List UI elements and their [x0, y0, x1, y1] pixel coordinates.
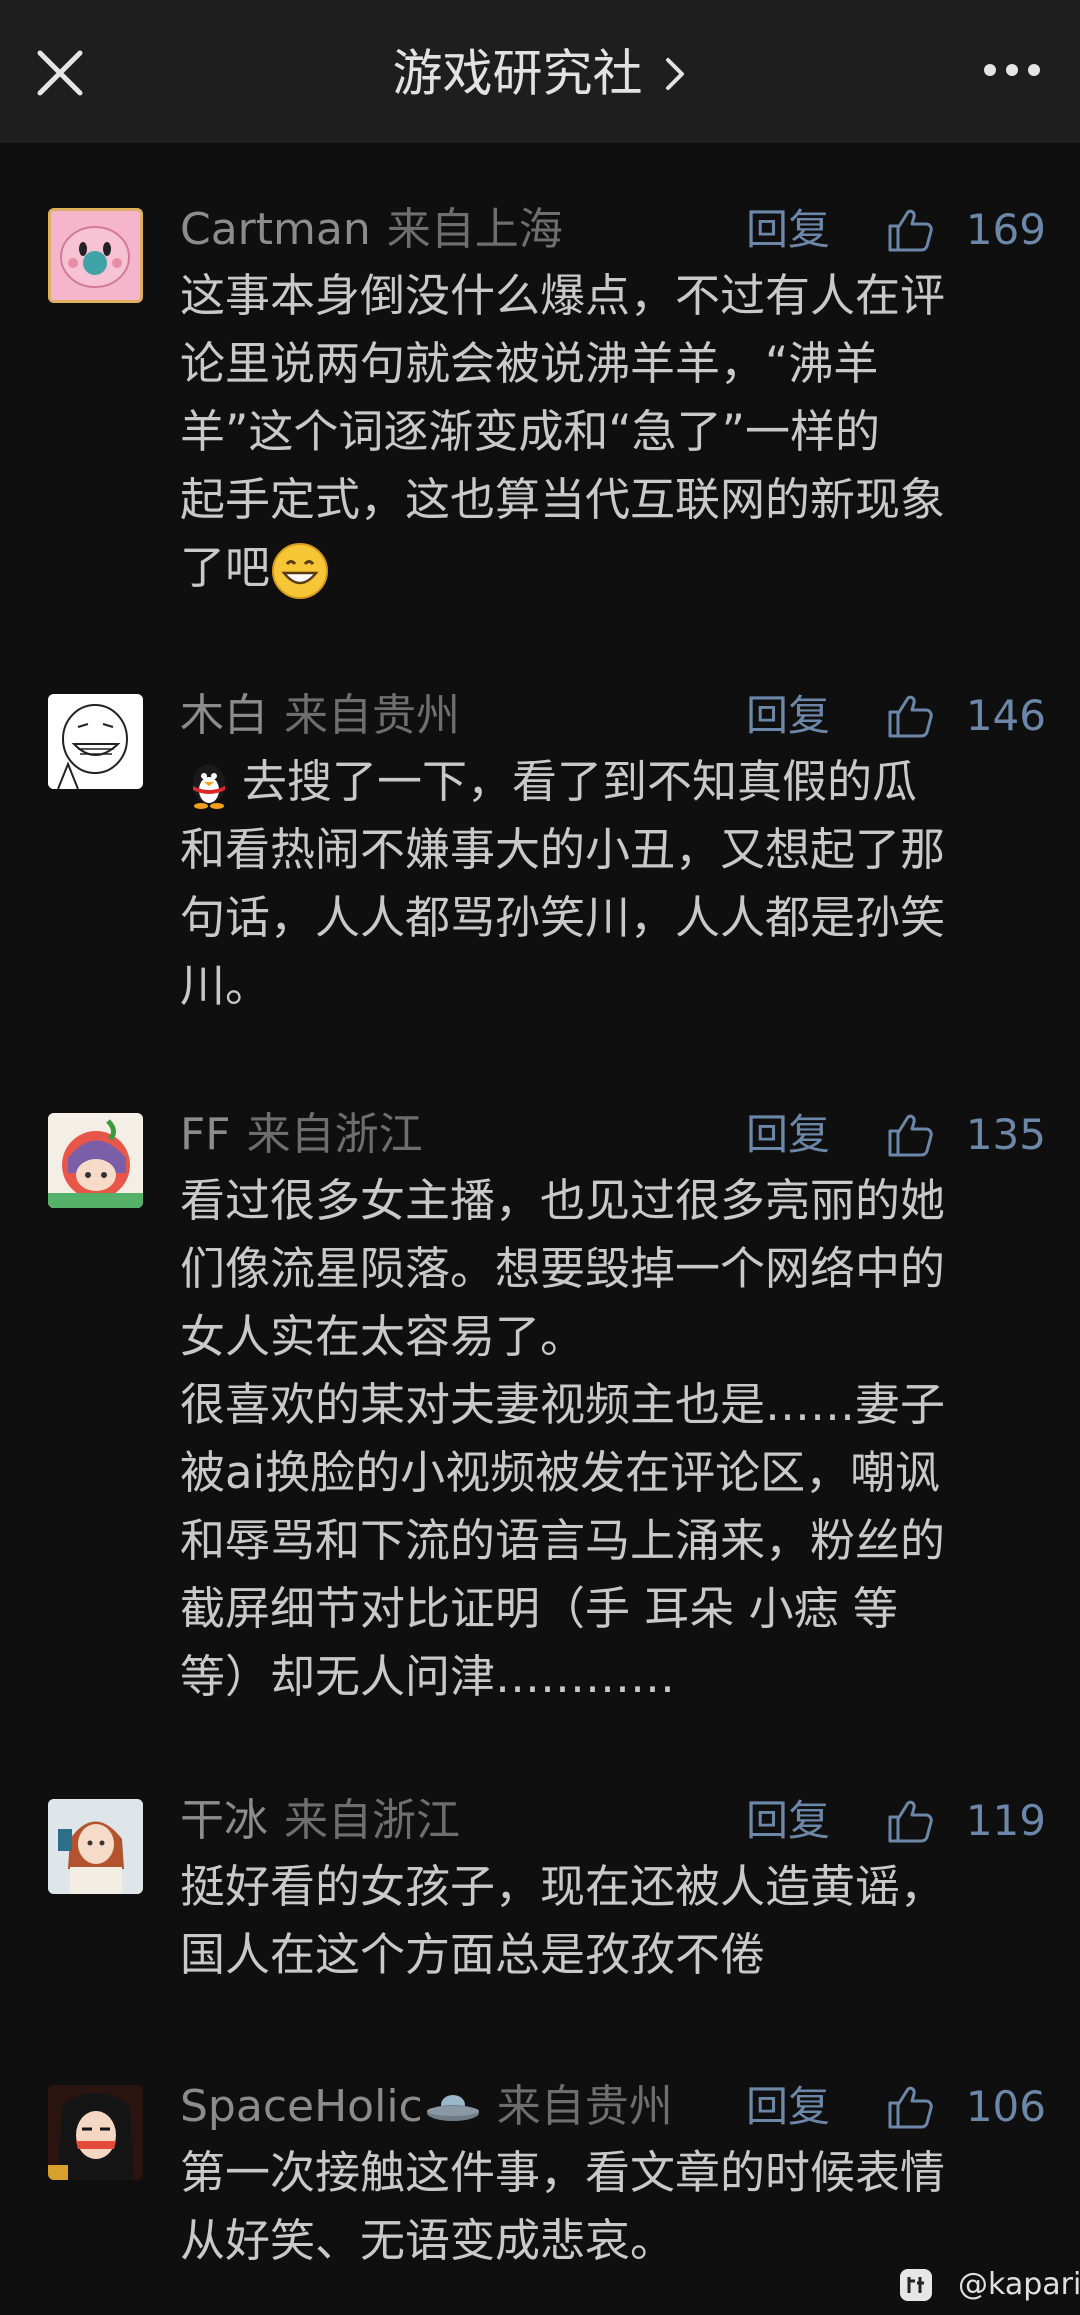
comment-meta: 木白 来自贵州 — [180, 686, 460, 746]
watermark-text: @kapari — [958, 2267, 1080, 2302]
comment-line: 国人在这个方面总是孜孜不倦 — [180, 1928, 766, 1981]
like-count: 135 — [965, 1110, 1046, 1159]
comment-line: 第一次接触这件事，看文章的时候表情 — [180, 2146, 946, 2199]
like-count: 146 — [965, 691, 1046, 740]
comment-line: 去搜了一下，看了到不知真假的瓜 — [180, 748, 1030, 816]
comment-line: 从好笑、无语变成悲哀。 — [180, 2214, 676, 2267]
username[interactable]: Cartman — [180, 204, 371, 255]
username[interactable]: 干冰 — [180, 1795, 268, 1846]
avatar[interactable] — [48, 1113, 143, 1208]
more-options-icon[interactable] — [982, 56, 1042, 84]
comment-line-text: 去搜了一下，看了到不知真假的瓜 — [242, 755, 918, 808]
like-button[interactable]: 146 — [886, 686, 1056, 746]
avatar-cartoon-image — [48, 2085, 143, 2180]
comment-line: 羊”这个词逐渐变成和“急了”一样的 — [180, 405, 880, 458]
like-button[interactable]: 169 — [886, 200, 1056, 260]
comment-line-last: 了吧 — [180, 534, 1030, 602]
like-button[interactable]: 135 — [886, 1105, 1056, 1165]
penguin-emoji — [193, 764, 225, 809]
comment-text: 去搜了一下，看了到不知真假的瓜 和看热闹不嫌事大的小丑，又想起了那 句话，人人都… — [180, 748, 1030, 1020]
comment-meta: FF 来自浙江 — [180, 1105, 423, 1165]
comment-line: 被ai换脸的小视频被发在评论区，嘲讽 — [180, 1446, 941, 1499]
reply-button[interactable]: 回复 — [746, 1791, 830, 1851]
comment-text: 挺好看的女孩子，现在还被人造黄谣， 国人在这个方面总是孜孜不倦 — [180, 1853, 1030, 1989]
chevron-right-icon — [665, 57, 684, 90]
thumbs-up-icon — [888, 1800, 933, 1843]
grinning-face-emoji — [272, 543, 329, 599]
comment-line: 这事本身倒没什么爆点，不过有人在评 — [180, 269, 946, 322]
location: 来自贵州 — [496, 2081, 673, 2132]
comment-line: 们像流星陨落。想要毁掉一个网络中的 — [180, 1242, 946, 1295]
comment-text: 第一次接触这件事，看文章的时候表情 从好笑、无语变成悲哀。 — [180, 2139, 1030, 2275]
comment-line: 起手定式，这也算当代互联网的新现象 — [180, 473, 946, 526]
location: 来自贵州 — [284, 690, 460, 741]
avatar-anime-image — [48, 1113, 143, 1208]
reply-button[interactable]: 回复 — [746, 1105, 830, 1165]
like-count: 106 — [965, 2082, 1046, 2131]
comment-meta: Cartman 来自上海 — [180, 200, 563, 260]
page-title-link[interactable]: 游戏研究社 — [0, 38, 1080, 108]
thumbs-up-icon — [888, 695, 933, 738]
username[interactable]: FF — [180, 1109, 231, 1160]
thumbs-up-icon — [888, 2086, 933, 2129]
comment-line: 等）却无人问津………… — [180, 1650, 676, 1703]
avatar[interactable] — [48, 694, 143, 789]
comment-line: 论里说两句就会被说沸羊羊，“沸羊 — [180, 337, 879, 390]
avatar-anime-girl-image — [48, 1799, 143, 1894]
like-count: 169 — [965, 205, 1046, 254]
avatar[interactable] — [48, 1799, 143, 1894]
comment-line: 截屏细节对比证明（手 耳朵 小痣 等 — [180, 1582, 898, 1635]
like-button[interactable]: 106 — [886, 2077, 1056, 2137]
avatar[interactable] — [48, 2085, 143, 2180]
comment-line: 女人实在太容易了。 — [180, 1310, 586, 1363]
reply-button[interactable]: 回复 — [746, 686, 830, 746]
comment-line: 很喜欢的某对夫妻视频主也是……妻子 — [180, 1378, 946, 1431]
avatar-kirby-image — [51, 211, 140, 300]
like-count: 119 — [965, 1796, 1046, 1845]
comment-text: 这事本身倒没什么爆点，不过有人在评 论里说两句就会被说沸羊羊，“沸羊 羊”这个词… — [180, 262, 1030, 602]
top-bar: 游戏研究社 — [0, 0, 1080, 143]
comment-line: 看过很多女主播，也见过很多亮丽的她 — [180, 1174, 946, 1227]
comment-line: 和辱骂和下流的语言马上涌来，粉丝的 — [180, 1514, 946, 1567]
page-title: 游戏研究社 — [392, 44, 643, 103]
location: 来自浙江 — [284, 1795, 460, 1846]
avatar-meme-face-image — [48, 694, 143, 789]
comment-line: 挺好看的女孩子，现在还被人造黄谣， — [180, 1860, 946, 1913]
like-button[interactable]: 119 — [886, 1791, 1056, 1851]
comment-line: 川。 — [180, 959, 271, 1012]
ufo-emoji — [426, 2095, 479, 2121]
comment-line: 句话，人人都骂孙笑川，人人都是孙笑 — [180, 891, 946, 944]
reply-button[interactable]: 回复 — [746, 200, 830, 260]
comment-line-text: 了吧 — [180, 541, 271, 594]
comment-meta: SpaceHolic 来自贵州 — [180, 2077, 673, 2137]
location: 来自浙江 — [246, 1109, 423, 1160]
username[interactable]: SpaceHolic — [180, 2081, 423, 2132]
thumbs-up-icon — [888, 209, 933, 252]
comment-meta: 干冰 来自浙江 — [180, 1791, 460, 1851]
thumbs-up-icon — [888, 1114, 933, 1157]
comment-text: 看过很多女主播，也见过很多亮丽的她 们像流星陨落。想要毁掉一个网络中的 女人实在… — [180, 1167, 1030, 1711]
reply-button[interactable]: 回复 — [746, 2077, 830, 2137]
tieba-icon — [900, 2269, 932, 2301]
location: 来自上海 — [386, 204, 563, 255]
avatar[interactable] — [48, 208, 143, 303]
username[interactable]: 木白 — [180, 690, 268, 741]
comment-line: 和看热闹不嫌事大的小丑，又想起了那 — [180, 823, 946, 876]
